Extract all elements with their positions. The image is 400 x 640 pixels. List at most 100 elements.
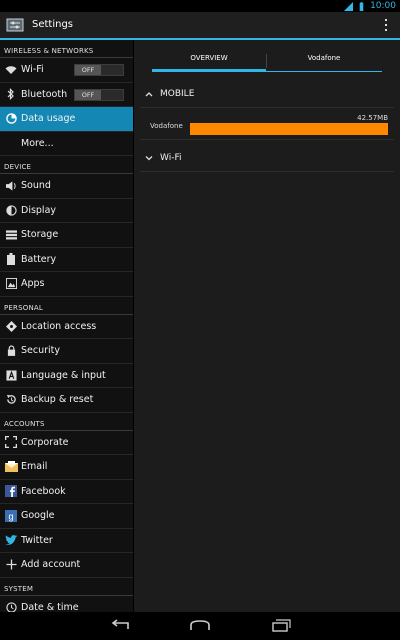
sidebar-item-label: Date & time <box>21 601 79 612</box>
bluetooth-toggle[interactable]: OFF <box>74 88 124 101</box>
action-bar: Settings <box>0 12 400 40</box>
bluetooth-icon <box>4 87 18 101</box>
sidebar-item-label: Facebook <box>21 485 66 497</box>
sidebar-item-label: Location access <box>21 320 97 332</box>
wifi-section-label: Wi-Fi <box>160 152 182 163</box>
back-icon[interactable] <box>108 618 132 634</box>
display-icon <box>4 203 18 217</box>
sidebar-item-date-time[interactable]: Date & time <box>0 596 133 612</box>
sidebar-item-label: Storage <box>21 229 59 241</box>
sidebar-item-label: More... <box>21 137 54 149</box>
sidebar-item-display[interactable]: Display <box>0 199 133 223</box>
tab-label: Vodafone <box>307 54 341 62</box>
sidebar-item-add-account[interactable]: Add account <box>0 553 133 578</box>
sidebar-item-label: Sound <box>21 180 51 192</box>
tab-label: OVERVIEW <box>190 54 228 62</box>
sidebar-item-language-input[interactable]: Language & input <box>0 364 133 388</box>
sidebar-item-label: Backup & reset <box>21 394 94 406</box>
language-icon <box>4 368 18 382</box>
data-usage-tabs: OVERVIEW Vodafone <box>152 48 382 72</box>
status-bar: 10:00 <box>0 0 400 12</box>
section-header-system: SYSTEM <box>0 578 133 596</box>
chevron-up-icon <box>145 91 153 96</box>
operator-name: Vodafone <box>150 122 183 130</box>
sidebar-item-storage[interactable]: Storage <box>0 223 133 248</box>
sidebar-item-label: Corporate <box>21 436 69 448</box>
data-usage-pane: OVERVIEW Vodafone MOBILE Vodafone 42.57M… <box>134 40 400 612</box>
usage-bar <box>190 123 388 135</box>
wifi-toggle[interactable]: OFF <box>74 64 124 76</box>
sidebar-item-label: Battery <box>21 253 57 265</box>
wifi-section-header[interactable]: Wi-Fi <box>140 144 394 172</box>
section-header-personal: PERSONAL <box>0 297 133 315</box>
sidebar-item-wifi[interactable]: Wi-Fi OFF <box>0 58 133 83</box>
overflow-menu-icon[interactable] <box>384 18 388 32</box>
svg-text:g: g <box>8 511 13 521</box>
wifi-icon <box>4 63 18 77</box>
sidebar-item-location-access[interactable]: Location access <box>0 315 133 339</box>
facebook-icon <box>4 484 18 498</box>
recent-apps-icon[interactable] <box>268 618 292 634</box>
sidebar-item-label: Wi-Fi <box>21 64 44 76</box>
twitter-icon <box>4 533 18 547</box>
settings-sidebar: WIRELESS & NETWORKS Wi-Fi OFF Bluetooth … <box>0 40 133 612</box>
sidebar-item-label: Apps <box>21 278 45 290</box>
tab-overview[interactable]: OVERVIEW <box>152 48 266 72</box>
section-header-accounts: ACCOUNTS <box>0 413 133 431</box>
usage-amount: 42.57MB <box>357 114 388 122</box>
sidebar-item-label: Add account <box>21 559 81 571</box>
storage-icon <box>4 228 18 242</box>
sidebar-item-google[interactable]: g Google <box>0 504 133 529</box>
sidebar-item-label: Bluetooth <box>21 88 68 100</box>
settings-app-icon[interactable] <box>6 17 24 33</box>
sidebar-item-data-usage[interactable]: Data usage <box>0 107 133 132</box>
add-icon <box>4 558 18 572</box>
battery-status-icon <box>359 1 364 11</box>
status-time: 10:00 <box>370 1 396 11</box>
sidebar-item-corporate[interactable]: Corporate <box>0 431 133 455</box>
mobile-usage-row[interactable]: Vodafone 42.57MB <box>140 112 394 140</box>
usage-bar-fill <box>190 123 388 135</box>
sidebar-item-backup-reset[interactable]: Backup & reset <box>0 388 133 413</box>
sidebar-item-facebook[interactable]: Facebook <box>0 480 133 504</box>
signal-icon <box>344 1 354 11</box>
toggle-state: OFF <box>75 65 101 75</box>
sidebar-item-label: Display <box>21 204 57 216</box>
sound-icon <box>4 179 18 193</box>
lock-icon <box>4 344 18 358</box>
clock-icon <box>4 600 18 612</box>
sidebar-item-more[interactable]: More... <box>0 132 133 156</box>
sidebar-item-battery[interactable]: Battery <box>0 248 133 272</box>
sidebar-item-label: Data usage <box>21 113 76 125</box>
sidebar-item-label: Google <box>21 510 55 522</box>
mobile-section-header[interactable]: MOBILE <box>140 80 394 108</box>
page-title: Settings <box>32 19 74 30</box>
sidebar-item-label: Email <box>21 461 48 473</box>
sidebar-item-email[interactable]: Email <box>0 455 133 480</box>
home-icon[interactable] <box>188 618 212 634</box>
navigation-bar <box>0 612 400 640</box>
backup-icon <box>4 393 18 407</box>
corporate-icon <box>4 435 18 449</box>
sidebar-item-twitter[interactable]: Twitter <box>0 529 133 553</box>
mobile-section-label: MOBILE <box>160 88 195 99</box>
battery-icon <box>4 252 18 266</box>
chevron-down-icon <box>145 155 153 160</box>
tab-vodafone[interactable]: Vodafone <box>266 48 382 72</box>
sidebar-item-label: Twitter <box>21 534 53 546</box>
section-header-wireless: WIRELESS & NETWORKS <box>0 40 133 58</box>
section-header-device: DEVICE <box>0 156 133 174</box>
data-usage-icon <box>4 112 18 126</box>
email-icon <box>4 460 18 474</box>
location-icon <box>4 319 18 333</box>
sidebar-item-bluetooth[interactable]: Bluetooth OFF <box>0 83 133 107</box>
tab-underline <box>152 71 382 72</box>
sidebar-item-apps[interactable]: Apps <box>0 272 133 297</box>
sidebar-item-label: Language & input <box>21 369 106 381</box>
toggle-state: OFF <box>75 89 101 100</box>
apps-icon <box>4 277 18 291</box>
sidebar-item-label: Security <box>21 345 61 357</box>
sidebar-item-security[interactable]: Security <box>0 339 133 364</box>
sidebar-item-sound[interactable]: Sound <box>0 174 133 199</box>
google-icon: g <box>4 509 18 523</box>
